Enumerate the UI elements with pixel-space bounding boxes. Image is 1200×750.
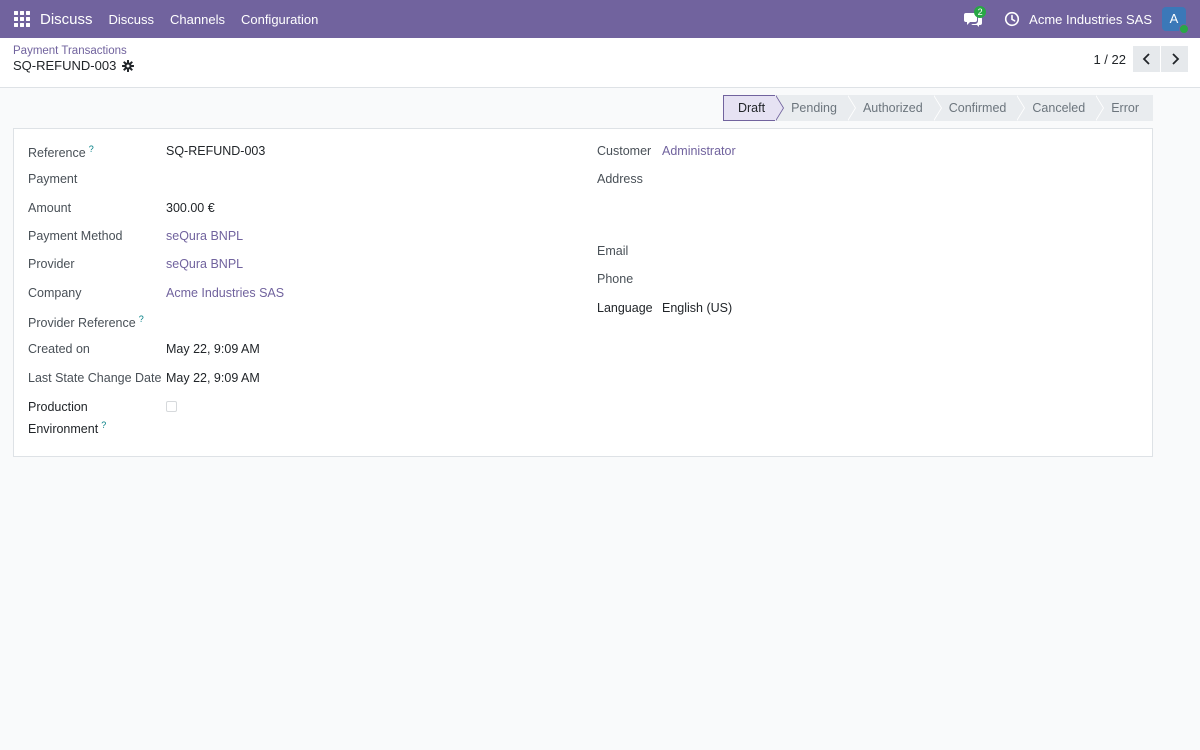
status-bar: Draft Pending Authorized Confirmed Cance… (722, 95, 1153, 121)
app-brand[interactable]: Discuss (40, 11, 93, 28)
field-amount: Amount 300.00 € (28, 201, 215, 215)
menu-item-discuss[interactable]: Discuss (101, 12, 163, 27)
address-label: Address (597, 172, 643, 186)
stage-confirmed[interactable]: Confirmed (932, 95, 1026, 121)
provider-label: Provider (28, 257, 75, 271)
language-label: Language (597, 301, 653, 315)
field-provider: Provider seQura BNPL (28, 257, 243, 271)
field-reference: Reference? SQ-REFUND-003 (28, 144, 265, 160)
pager-value[interactable]: 1 / 22 (1093, 52, 1126, 67)
top-navbar: Discuss Discuss Channels Configuration 2… (0, 0, 1200, 38)
production-environment-checkbox[interactable] (166, 401, 177, 412)
navbar-systray: 2 Acme Industries SAS A (964, 0, 1200, 38)
stage-authorized[interactable]: Authorized (846, 95, 942, 121)
clock-icon[interactable] (1004, 11, 1020, 27)
email-label: Email (597, 244, 629, 258)
phone-label: Phone (597, 272, 634, 286)
user-avatar[interactable]: A (1162, 7, 1189, 34)
apps-grid-icon[interactable] (14, 11, 30, 27)
amount-label: Amount (28, 201, 72, 215)
field-payment-method: Payment Method seQura BNPL (28, 229, 243, 243)
stage-pending[interactable]: Pending (775, 95, 856, 121)
help-icon[interactable]: ? (139, 314, 144, 324)
amount-value: 300.00 € (166, 201, 215, 215)
field-company: Company Acme Industries SAS (28, 286, 284, 300)
field-customer: Customer Administrator (597, 144, 736, 158)
payment-label: Payment (28, 172, 78, 186)
pager: 1 / 22 (1093, 46, 1188, 72)
last-state-change-value: May 22, 9:09 AM (166, 371, 260, 385)
language-value[interactable]: English (US) (662, 301, 732, 315)
chat-icon[interactable]: 2 (964, 6, 987, 29)
provider-reference-label: Provider Reference? (28, 314, 144, 331)
menu-item-channels[interactable]: Channels (162, 12, 233, 27)
form-sheet: Reference? SQ-REFUND-003 Payment Amount … (13, 128, 1153, 457)
field-address: Address (597, 172, 662, 186)
reference-value[interactable]: SQ-REFUND-003 (166, 144, 265, 160)
company-label: Company (28, 286, 82, 300)
chevron-right-icon (1171, 53, 1179, 65)
field-provider-reference: Provider Reference? (28, 314, 166, 330)
help-icon[interactable]: ? (89, 144, 94, 154)
payment-method-label: Payment Method (28, 229, 123, 243)
gear-icon[interactable] (122, 59, 135, 72)
chat-counter-badge: 2 (974, 6, 987, 18)
help-icon[interactable]: ? (101, 420, 106, 430)
customer-label: Customer (597, 144, 652, 158)
field-payment: Payment (28, 172, 166, 186)
stage-draft[interactable]: Draft (722, 95, 785, 121)
payment-method-link[interactable]: seQura BNPL (166, 229, 243, 243)
control-panel: Payment Transactions SQ-REFUND-003 1 / 2… (0, 38, 1200, 88)
stage-canceled[interactable]: Canceled (1016, 95, 1105, 121)
created-on-value: May 22, 9:09 AM (166, 342, 260, 356)
field-production-environment: Production Environment? (28, 399, 177, 438)
breadcrumb-payment-transactions[interactable]: Payment Transactions (13, 45, 127, 57)
field-email: Email (597, 244, 662, 258)
field-phone: Phone (597, 272, 662, 286)
provider-link[interactable]: seQura BNPL (166, 257, 243, 271)
last-state-change-label: Last State Change Date (28, 371, 162, 385)
pager-previous-button[interactable] (1133, 46, 1160, 72)
menu-item-configuration[interactable]: Configuration (233, 12, 326, 27)
chevron-left-icon (1142, 53, 1150, 65)
field-language: Language English (US) (597, 301, 732, 315)
company-switcher[interactable]: Acme Industries SAS (1029, 12, 1152, 27)
online-status-icon (1179, 24, 1189, 34)
avatar-letter: A (1169, 11, 1179, 26)
customer-link[interactable]: Administrator (662, 144, 736, 158)
field-last-state-change: Last State Change Date May 22, 9:09 AM (28, 371, 260, 385)
production-environment-label: Production Environment? (28, 400, 107, 436)
company-link[interactable]: Acme Industries SAS (166, 286, 284, 300)
reference-label: Reference? (28, 144, 94, 161)
created-on-label: Created on (28, 342, 90, 356)
pager-next-button[interactable] (1161, 46, 1188, 72)
record-title: SQ-REFUND-003 (13, 58, 117, 73)
field-created-on: Created on May 22, 9:09 AM (28, 342, 260, 356)
record-title-row: SQ-REFUND-003 (13, 58, 135, 73)
